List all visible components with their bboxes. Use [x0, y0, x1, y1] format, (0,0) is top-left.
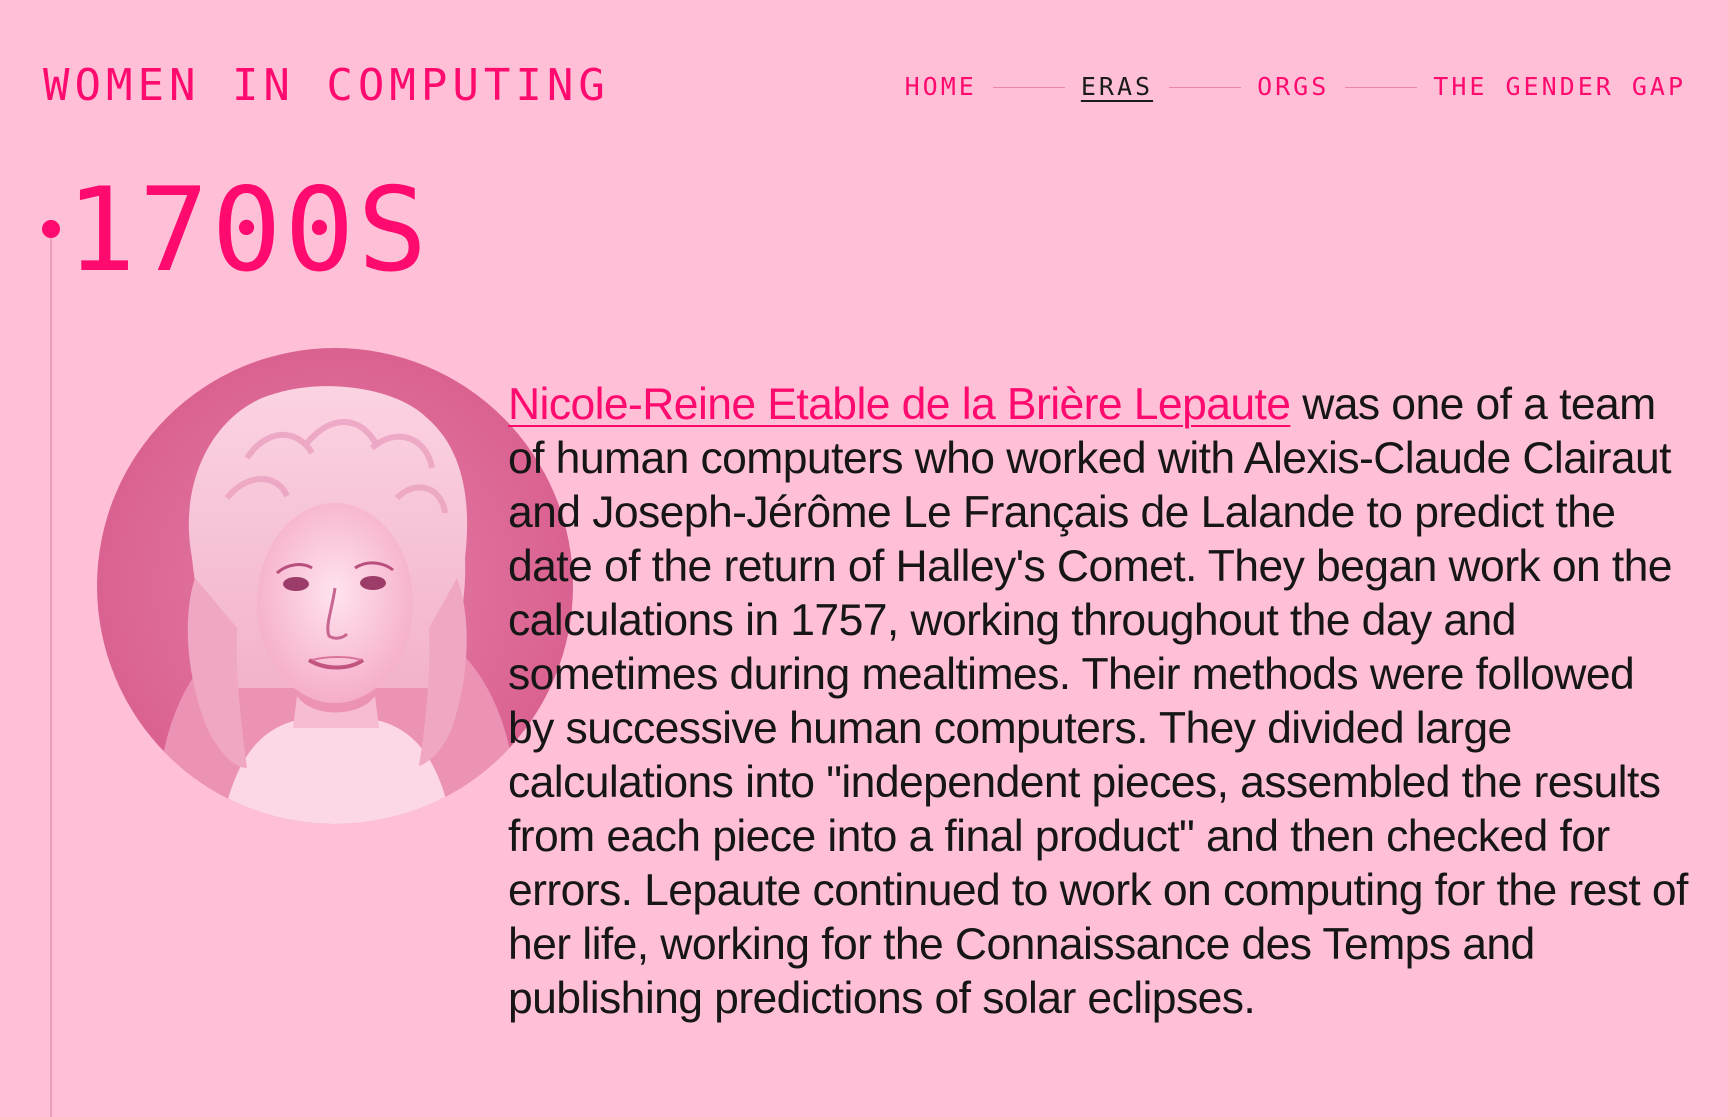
- nav-divider: [1345, 86, 1418, 88]
- nav-eras-link[interactable]: ERAS: [1081, 70, 1153, 104]
- entry-description: Nicole-Reine Etable de la Brière Lepaute…: [508, 378, 1688, 1026]
- main-nav: HOME ERAS ORGS THE GENDER GAP: [905, 70, 1686, 104]
- nav-home-link[interactable]: HOME: [905, 70, 977, 104]
- nav-divider: [992, 86, 1065, 88]
- site-title[interactable]: WOMEN IN COMPUTING: [43, 58, 610, 114]
- nav-gender-gap-link[interactable]: THE GENDER GAP: [1433, 70, 1686, 104]
- timeline-line: [50, 228, 52, 1117]
- portrait-image: [97, 348, 573, 824]
- entry-description-text: was one of a team of human computers who…: [508, 380, 1688, 1023]
- nav-divider: [1169, 86, 1242, 88]
- entry-name-link[interactable]: Nicole-Reine Etable de la Brière Lepaute: [508, 380, 1291, 429]
- timeline-dot: [42, 220, 60, 238]
- era-heading: 1700S: [66, 163, 431, 298]
- nav-orgs-link[interactable]: ORGS: [1257, 70, 1329, 104]
